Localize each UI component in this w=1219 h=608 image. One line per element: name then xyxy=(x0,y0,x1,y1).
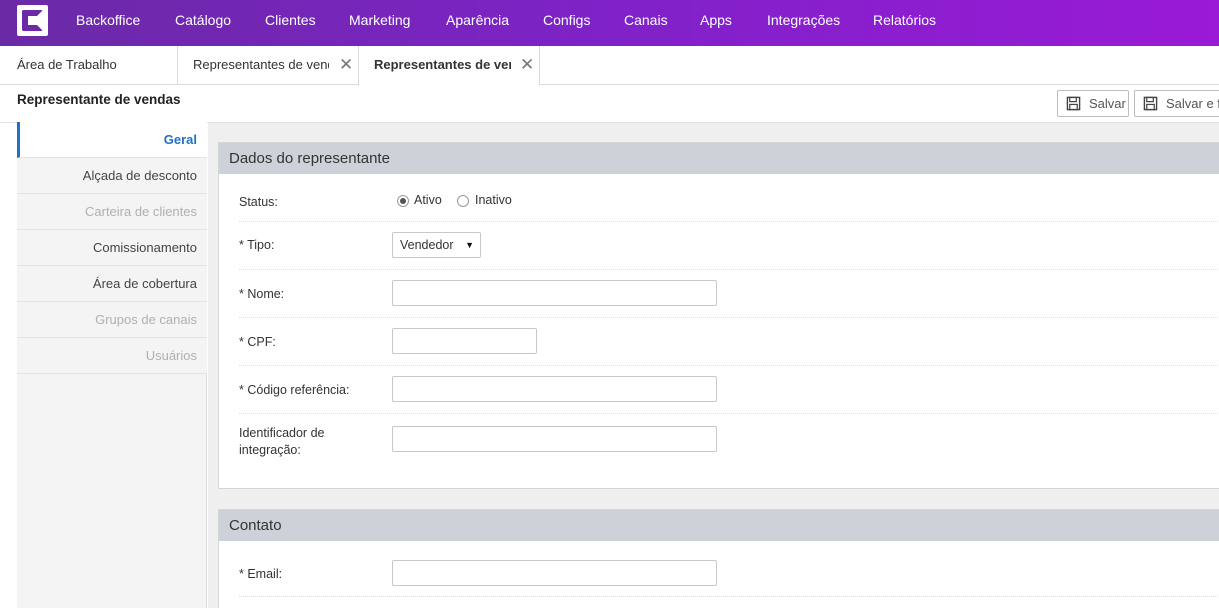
nav-apps[interactable]: Apps xyxy=(700,0,732,42)
tab-label: Área de Trabalho xyxy=(17,57,117,72)
app-logo[interactable] xyxy=(17,5,48,36)
chevron-down-icon: ▼ xyxy=(465,240,474,250)
row-nome: * Nome: xyxy=(239,270,1219,318)
status-inativo-radio[interactable] xyxy=(457,195,469,207)
close-icon[interactable]: ✕ xyxy=(339,46,353,83)
sidebar-item-area-de-cobertura[interactable]: Área de cobertura xyxy=(17,266,207,302)
nav-integracoes[interactable]: Integrações xyxy=(767,0,840,42)
sidebar-item-carteira-de-clientes: Carteira de clientes xyxy=(17,194,207,230)
row-status: Status: Ativo Inativo xyxy=(239,174,1219,222)
panel-dados-representante: Dados do representante Status: Ativo Ina… xyxy=(218,142,1219,489)
identificador-label-line2: integração: xyxy=(239,443,301,457)
nav-backoffice[interactable]: Backoffice xyxy=(76,0,140,42)
row-codigo-referencia: * Código referência: xyxy=(239,366,1219,414)
nome-label: * Nome: xyxy=(239,287,285,301)
status-ativo-radio[interactable] xyxy=(397,195,409,207)
save-and-close-button[interactable]: Salvar e fechar xyxy=(1134,90,1219,117)
nav-configs[interactable]: Configs xyxy=(543,0,590,42)
nome-input[interactable] xyxy=(392,280,717,306)
identificador-integracao-input[interactable] xyxy=(392,426,717,452)
save-icon xyxy=(1143,96,1158,111)
nav-canais[interactable]: Canais xyxy=(624,0,668,42)
close-icon[interactable]: ✕ xyxy=(520,46,534,83)
tab-area-de-trabalho[interactable]: Área de Trabalho xyxy=(0,46,178,85)
top-navbar: Backoffice Catálogo Clientes Marketing A… xyxy=(0,0,1219,46)
row-tipo: * Tipo: Vendedor ▼ xyxy=(239,222,1219,270)
nav-aparencia[interactable]: Aparência xyxy=(446,0,509,42)
sidebar-item-grupos-de-canais: Grupos de canais xyxy=(17,302,207,338)
workspace-tabs: Área de Trabalho Representantes de venda… xyxy=(0,46,1219,86)
main-content: Dados do representante Status: Ativo Ina… xyxy=(208,123,1219,608)
email-input[interactable] xyxy=(392,560,717,586)
row-cpf: * CPF: xyxy=(239,318,1219,366)
panel-contato: Contato * Email: xyxy=(218,509,1219,608)
sidebar-item-usuarios: Usuários xyxy=(17,338,207,374)
codigo-referencia-input[interactable] xyxy=(392,376,717,402)
identificador-label: Identificador de integração: xyxy=(239,425,324,459)
tipo-label: * Tipo: xyxy=(239,238,275,252)
tab-label: Representantes de vendas xyxy=(193,57,329,72)
email-label: * Email: xyxy=(239,567,283,581)
status-ativo-label: Ativo xyxy=(414,193,442,207)
sidebar: Geral Alçada de desconto Carteira de cli… xyxy=(17,122,207,608)
tab-representantes-2[interactable]: Representantes de vendas ✕ xyxy=(358,46,540,86)
identificador-label-line1: Identificador de xyxy=(239,426,325,440)
tab-label: Representantes de vendas xyxy=(374,57,511,72)
status-inativo-label: Inativo xyxy=(475,193,512,207)
page-title: Representante de vendas xyxy=(17,92,181,107)
tipo-select[interactable]: Vendedor ▼ xyxy=(392,232,481,258)
row-identificador-integracao: Identificador de integração: xyxy=(239,414,1219,469)
codigo-referencia-label: * Código referência: xyxy=(239,383,350,397)
nav-marketing[interactable]: Marketing xyxy=(349,0,410,42)
nav-clientes[interactable]: Clientes xyxy=(265,0,316,42)
section-title: Contato xyxy=(219,510,1219,541)
sidebar-item-geral[interactable]: Geral xyxy=(17,122,207,158)
tipo-select-value: Vendedor xyxy=(400,238,454,252)
cpf-label: * CPF: xyxy=(239,335,276,349)
section-title: Dados do representante xyxy=(219,143,1219,174)
save-button[interactable]: Salvar xyxy=(1057,90,1129,117)
cpf-input[interactable] xyxy=(392,328,537,354)
sidebar-item-alcada-de-desconto[interactable]: Alçada de desconto xyxy=(17,158,207,194)
save-icon xyxy=(1066,96,1081,111)
nav-catalogo[interactable]: Catálogo xyxy=(175,0,231,42)
nav-relatorios[interactable]: Relatórios xyxy=(873,0,936,42)
save-and-close-label: Salvar e fechar xyxy=(1166,96,1219,111)
tab-representantes-1[interactable]: Representantes de vendas ✕ xyxy=(178,46,359,85)
save-button-label: Salvar xyxy=(1089,96,1126,111)
row-email: * Email: xyxy=(239,541,1219,597)
status-label: Status: xyxy=(239,195,278,209)
sidebar-item-comissionamento[interactable]: Comissionamento xyxy=(17,230,207,266)
